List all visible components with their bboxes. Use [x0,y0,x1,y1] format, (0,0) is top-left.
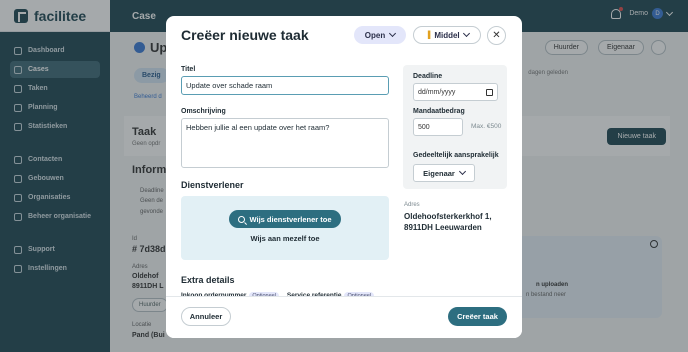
aansprakelijk-select[interactable]: Eigenaar [413,164,475,182]
dienstverlener-box [181,196,389,260]
adres-line1: Oldehoofsterkerkhof 1, [404,212,492,221]
create-task-modal: Creëer nieuwe taak Open ▐ Middel ✕ Titel… [166,16,522,338]
mandaat-label: Mandaatbedrag [413,108,465,115]
adres-line2: 8911DH Leeuwarden [404,223,482,232]
assign-service-provider-label: Wijs dienstverlener toe [249,214,332,224]
priority-bars-icon: ▐ [425,31,431,39]
titel-input[interactable] [181,76,389,95]
date-placeholder: dd/mm/yyyy [418,88,456,96]
assign-to-self-link[interactable]: Wijs aan mezelf toe [181,234,389,243]
mandaat-max-note: Max. €500 [471,123,502,130]
status-dropdown[interactable]: Open [354,26,406,44]
aansprakelijk-label: Gedeeltelijk aansprakelijk [413,152,499,159]
chevron-down-icon [462,29,470,38]
chevron-down-icon [389,29,397,38]
priority-value: Middel [434,30,460,40]
modal-footer: Annuleer Creëer taak [166,296,522,338]
calendar-icon[interactable] [486,89,493,96]
titel-label: Titel [181,66,196,73]
adres-label: Adres [404,202,420,208]
dienstverlener-heading: Dienstverlener [181,180,244,190]
status-value: Open [364,30,386,40]
aansprakelijk-value: Eigenaar [423,168,455,178]
deadline-date-input[interactable]: dd/mm/yyyy [413,83,498,101]
omschrijving-input[interactable]: Hebben jullie al een update over het raa… [181,118,389,168]
assign-service-provider-button[interactable]: Wijs dienstverlener toe [229,210,341,228]
mandaat-input[interactable] [413,118,463,136]
deadline-label: Deadline [413,73,443,80]
adres-value: Oldehoofsterkerkhof 1, 8911DH Leeuwarden [404,211,504,233]
create-task-button[interactable]: Creëer taak [448,307,507,326]
modal-title: Creëer nieuwe taak [181,27,309,43]
close-icon: ✕ [492,30,501,41]
close-button[interactable]: ✕ [487,26,506,45]
cancel-button[interactable]: Annuleer [181,307,231,326]
chevron-down-icon [458,167,466,176]
extra-details-heading: Extra details [181,275,235,285]
priority-dropdown[interactable]: ▐ Middel [413,26,481,44]
omschrijving-label: Omschrijving [181,108,226,115]
search-icon [238,215,246,223]
